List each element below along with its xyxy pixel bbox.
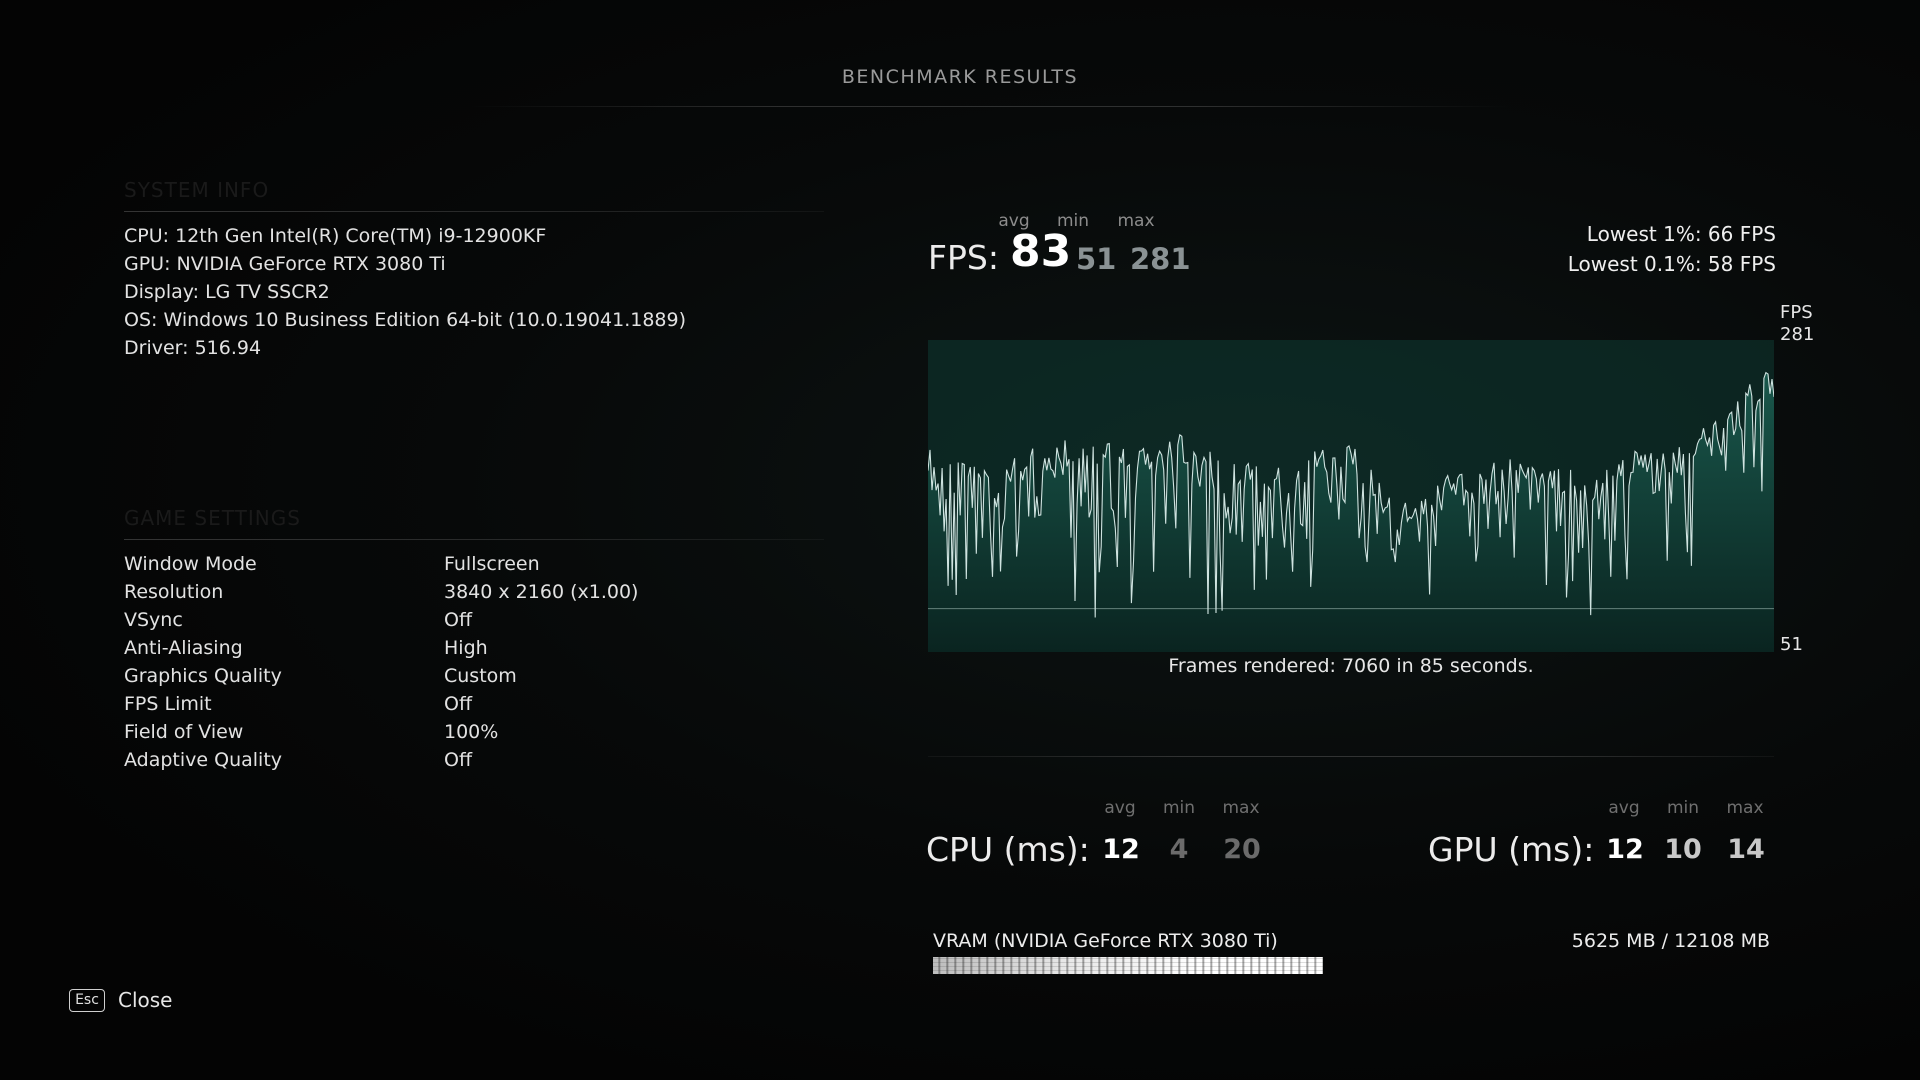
settings-row: Adaptive Quality Off [124, 746, 744, 774]
setting-label: FPS Limit [124, 693, 212, 715]
gpu-avg-value: 12 [1606, 834, 1644, 865]
lowest-1-percent: Lowest 1%: 66 FPS [1586, 222, 1776, 246]
game-settings-divider [124, 539, 824, 540]
cpu-label: CPU (ms): [926, 830, 1090, 869]
system-info-cpu: CPU: 12th Gen Intel(R) Core(TM) i9-12900… [124, 225, 547, 247]
settings-row: Field of View 100% [124, 718, 744, 746]
settings-row: Anti-Aliasing High [124, 634, 744, 662]
mid-divider [928, 756, 1774, 757]
gpu-max-value: 14 [1727, 834, 1765, 865]
chart-y-max-label: 281 [1780, 324, 1815, 345]
title-divider [470, 106, 1510, 107]
setting-value: Custom [444, 665, 517, 687]
lowest-0-1-percent: Lowest 0.1%: 58 FPS [1567, 252, 1776, 276]
setting-label: Adaptive Quality [124, 749, 283, 771]
settings-row: VSync Off [124, 606, 744, 634]
game-settings-table: Window Mode Fullscreen Resolution 3840 x 2… [124, 550, 744, 774]
cpu-avg-caption: avg [1104, 798, 1136, 818]
benchmark-results-screen: BENCHMARK RESULTS SYSTEM INFO CPU: 12th … [0, 0, 1920, 1080]
close-button[interactable]: Close [118, 988, 172, 1012]
fps-min-value: 51 [1076, 242, 1117, 276]
chart-y-min-label: 51 [1780, 634, 1803, 655]
setting-value: Off [444, 693, 473, 715]
vram-label: VRAM (NVIDIA GeForce RTX 3080 Ti) [933, 930, 1278, 952]
setting-label: Window Mode [124, 553, 257, 575]
cpu-max-value: 20 [1223, 834, 1261, 865]
gpu-avg-caption: avg [1608, 798, 1640, 818]
system-info-divider [124, 211, 824, 212]
setting-value: Fullscreen [444, 553, 540, 575]
settings-row: Graphics Quality Custom [124, 662, 744, 690]
system-info-os: OS: Windows 10 Business Edition 64-bit (… [124, 309, 686, 331]
setting-label: VSync [124, 609, 183, 631]
settings-row: Window Mode Fullscreen [124, 550, 744, 578]
setting-label: Resolution [124, 581, 224, 603]
cpu-avg-value: 12 [1102, 834, 1140, 865]
fps-max-caption: max [1117, 211, 1155, 231]
system-info-list: CPU: 12th Gen Intel(R) Core(TM) i9-12900… [124, 222, 686, 362]
esc-key-icon[interactable]: Esc [69, 989, 105, 1012]
cpu-min-caption: min [1162, 798, 1196, 818]
setting-value: 100% [444, 721, 499, 743]
fps-line-chart [928, 340, 1774, 652]
vram-usage-bar [933, 957, 1323, 974]
setting-label: Graphics Quality [124, 665, 282, 687]
setting-value: Off [444, 609, 473, 631]
vram-usage-value: 5625 MB / 12108 MB [1571, 930, 1770, 952]
setting-value: 3840 x 2160 (x1.00) [444, 581, 639, 603]
gpu-label: GPU (ms): [1428, 830, 1595, 869]
setting-label: Field of View [124, 721, 244, 743]
chart-y-unit-label: FPS [1780, 302, 1813, 323]
setting-label: Anti-Aliasing [124, 637, 243, 659]
fps-avg-value: 83 [1010, 226, 1072, 277]
gpu-max-caption: max [1726, 798, 1764, 818]
settings-row: FPS Limit Off [124, 690, 744, 718]
gpu-min-caption: min [1666, 798, 1700, 818]
page-title: BENCHMARK RESULTS [841, 66, 1079, 88]
cpu-min-value: 4 [1169, 834, 1189, 865]
gpu-min-value: 10 [1664, 834, 1702, 865]
system-info-display: Display: LG TV SSCR2 [124, 281, 330, 303]
game-settings-heading: GAME SETTINGS [124, 506, 301, 530]
setting-value: Off [444, 749, 473, 771]
fps-label: FPS: [928, 238, 999, 277]
fps-max-value: 281 [1130, 242, 1191, 276]
system-info-gpu: GPU: NVIDIA GeForce RTX 3080 Ti [124, 253, 446, 275]
settings-row: Resolution 3840 x 2160 (x1.00) [124, 578, 744, 606]
system-info-heading: SYSTEM INFO [124, 178, 270, 202]
cpu-max-caption: max [1222, 798, 1260, 818]
frames-rendered-caption: Frames rendered: 7060 in 85 seconds. [1168, 655, 1534, 677]
setting-value: High [444, 637, 488, 659]
system-info-driver: Driver: 516.94 [124, 337, 262, 359]
